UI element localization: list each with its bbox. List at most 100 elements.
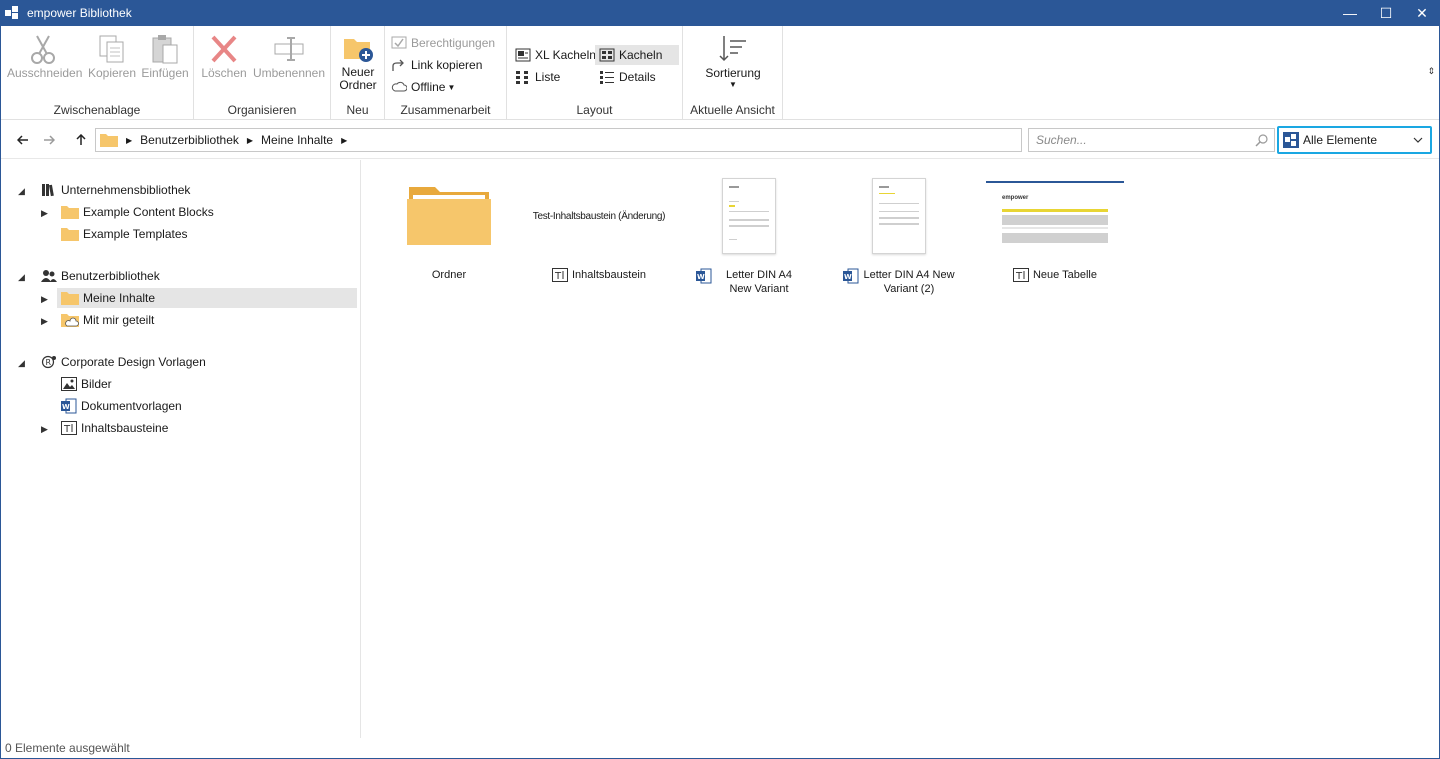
paste-button[interactable]: Einfügen <box>137 32 193 80</box>
all-elements-icon <box>1283 132 1299 148</box>
arrow-right-icon <box>44 135 55 145</box>
delete-button[interactable]: Löschen <box>196 32 252 80</box>
scissors-icon <box>7 32 79 66</box>
group-label-new: Neu <box>346 103 369 117</box>
cloud-icon <box>391 81 407 92</box>
tree-item-shared-with-me[interactable]: Mit mir geteilt <box>61 310 154 330</box>
svg-text:T: T <box>1015 271 1023 282</box>
sort-icon <box>697 32 769 66</box>
tree-item-company-library[interactable]: Unternehmensbibliothek <box>41 180 190 200</box>
tree-item-images[interactable]: Bilder <box>61 374 112 394</box>
svg-text:W: W <box>62 403 70 411</box>
tree-item-my-content[interactable]: Meine Inhalte <box>57 288 357 308</box>
expand-icon[interactable]: ▶ <box>41 424 48 435</box>
view-list-button[interactable]: Liste <box>513 67 562 87</box>
expand-icon[interactable]: ▶ <box>41 208 48 219</box>
group-label-clipboard: Zwischenablage <box>53 103 141 117</box>
table-thumbnail: empower <box>980 172 1130 260</box>
search-input[interactable]: Suchen... <box>1028 128 1275 152</box>
tree-item-example-templates[interactable]: Example Templates <box>61 224 188 244</box>
empower-logo: empower <box>1002 195 1029 201</box>
new-folder-icon <box>331 32 385 66</box>
word-document-icon: W <box>843 268 859 284</box>
shared-folder-icon <box>61 314 79 327</box>
arrow-left-icon <box>17 135 28 145</box>
tree-item-doc-templates[interactable]: W Dokumentvorlagen <box>61 396 182 416</box>
tree-item-user-library[interactable]: Benutzerbibliothek <box>41 266 160 286</box>
breadcrumb-separator-icon: ▶ <box>341 135 348 145</box>
share-arrow-icon <box>392 59 404 71</box>
expand-icon[interactable]: ▶ <box>41 294 48 305</box>
content-area: Ordner Test-Inhaltsbaustein (Änderung) T… <box>362 160 1439 738</box>
word-document-icon: W <box>696 268 712 284</box>
sort-button[interactable]: Sortierung ▼ <box>697 32 769 90</box>
dropdown-arrow-icon: ▼ <box>447 82 456 92</box>
minimize-button[interactable]: — <box>1332 0 1368 26</box>
folder-large-icon <box>374 172 524 260</box>
breadcrumb-item-my-content[interactable]: Meine Inhalte <box>261 133 333 147</box>
word-document-icon: W <box>61 398 77 414</box>
view-details-button[interactable]: Details <box>595 67 660 87</box>
forward-button[interactable] <box>39 129 59 151</box>
offline-dropdown[interactable]: Offline ▼ <box>391 77 455 97</box>
delete-x-icon <box>196 32 252 66</box>
group-clipboard: Ausschneiden Kopieren Einfügen Zwischena… <box>1 26 194 120</box>
search-icon[interactable] <box>1255 133 1269 147</box>
group-organize: Löschen Umbenennen Organisieren <box>194 26 331 120</box>
group-collab: Berechtigungen Link kopieren Offline ▼ Z… <box>385 26 507 120</box>
tiles-icon <box>599 48 615 62</box>
image-icon <box>61 377 77 391</box>
group-view: Sortierung ▼ Aktuelle Ansicht <box>683 26 783 120</box>
details-icon <box>600 71 614 84</box>
rename-button[interactable]: Umbenennen <box>250 32 328 80</box>
ribbon: Ausschneiden Kopieren Einfügen Zwischena… <box>1 26 1439 120</box>
xl-tiles-icon <box>515 48 531 62</box>
new-folder-button[interactable]: Neuer Ordner <box>331 32 385 92</box>
group-label-view: Aktuelle Ansicht <box>690 103 775 117</box>
filter-dropdown[interactable]: Alle Elemente <box>1277 126 1432 154</box>
tree-item-content-blocks[interactable]: T Inhaltsbausteine <box>61 418 168 438</box>
document-thumbnail <box>824 172 974 260</box>
ribbon-scroll-icon[interactable]: ⇕ <box>1427 66 1435 77</box>
collapse-icon[interactable]: ◢ <box>18 186 25 197</box>
collapse-icon[interactable]: ◢ <box>18 272 25 283</box>
group-label-layout: Layout <box>576 103 613 117</box>
folder-icon <box>61 228 79 241</box>
status-bar: 0 Elemente ausgewählt <box>1 738 1439 758</box>
group-label-collab: Zusammenarbeit <box>400 103 491 117</box>
folder-icon <box>61 206 79 219</box>
copy-link-button[interactable]: Link kopieren <box>391 55 482 75</box>
permissions-check-icon <box>391 36 407 49</box>
maximize-button[interactable]: ☐ <box>1368 0 1404 26</box>
back-button[interactable] <box>13 129 33 151</box>
cut-button[interactable]: Ausschneiden <box>7 32 82 80</box>
svg-text:W: W <box>844 273 852 281</box>
svg-text:R: R <box>46 358 52 367</box>
list-icon <box>516 71 528 84</box>
permissions-button[interactable]: Berechtigungen <box>391 33 495 53</box>
up-button[interactable] <box>71 129 91 151</box>
content-block-preview: Test-Inhaltsbaustein (Änderung) <box>532 210 666 222</box>
sidebar-tree: ◢ Unternehmensbibliothek ▶ Example Conte… <box>1 160 361 738</box>
view-tiles-button[interactable]: Kacheln <box>595 45 679 65</box>
text-block-icon: T <box>552 268 568 282</box>
expand-icon[interactable]: ▶ <box>41 316 48 327</box>
text-block-icon: T <box>1012 268 1029 282</box>
breadcrumb[interactable]: ▶ Benutzerbibliothek ▶ Meine Inhalte ▶ <box>95 128 1022 152</box>
clipboard-icon <box>137 32 193 66</box>
window-title: empower Bibliothek <box>27 6 132 20</box>
library-books-icon <box>42 184 54 197</box>
view-xl-tiles-button[interactable]: XL Kacheln <box>513 45 598 65</box>
app-logo-icon <box>5 5 21 21</box>
tree-item-cd-templates[interactable]: R Corporate Design Vorlagen <box>41 352 206 372</box>
rename-icon <box>250 32 328 66</box>
breadcrumb-item-user-library[interactable]: Benutzerbibliothek <box>140 133 239 147</box>
text-block-icon: T <box>61 421 77 435</box>
collapse-icon[interactable]: ◢ <box>18 358 25 369</box>
selection-status: 0 Elemente ausgewählt <box>5 741 130 755</box>
close-button[interactable]: ✕ <box>1404 0 1440 26</box>
group-label-organize: Organisieren <box>227 103 297 117</box>
dropdown-arrow-icon: ▼ <box>729 80 737 89</box>
svg-text:W: W <box>697 273 705 281</box>
tree-item-example-content-blocks[interactable]: Example Content Blocks <box>61 202 214 222</box>
